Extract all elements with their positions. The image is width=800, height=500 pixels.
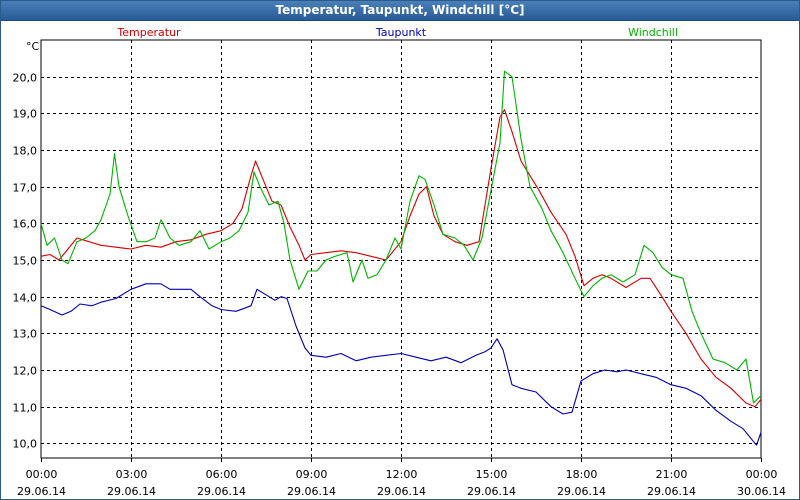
line-chart: 10,0 11,0 12,0 13,0 14,0 15,0 16,0 17,0 18,0 19,0… <box>13 26 786 498</box>
y-tick-label: 11,0 <box>13 402 38 415</box>
x-tick-date-label: 29.06.14 <box>647 485 696 498</box>
x-tick-date-label: 29.06.14 <box>17 485 66 498</box>
chart-window: Temperatur, Taupunkt, Windchill [°C] 10,… <box>0 0 800 500</box>
x-tick-time-label: 03:00 <box>116 468 148 481</box>
x-tick-date-label: 30.06.14 <box>737 485 786 498</box>
x-tick-time-label: 18:00 <box>566 468 598 481</box>
x-tick-time-label: 00:00 <box>746 468 778 481</box>
y-tick-label: 19,0 <box>13 108 38 121</box>
y-tick-label: 20,0 <box>13 72 38 85</box>
y-tick-label: 13,0 <box>13 328 38 341</box>
x-tick-date-label: 29.06.14 <box>557 485 606 498</box>
y-axis-label: °C <box>26 40 40 53</box>
window-title: Temperatur, Taupunkt, Windchill [°C] <box>1 1 799 21</box>
legend-entry: Temperatur <box>116 26 181 39</box>
y-tick-label: 16,0 <box>13 218 38 231</box>
x-tick-time-label: 06:00 <box>206 468 238 481</box>
x-tick-date-label: 29.06.14 <box>287 485 336 498</box>
y-tick-label: 12,0 <box>13 365 38 378</box>
y-tick-label: 17,0 <box>13 182 38 195</box>
y-tick-label: 15,0 <box>13 255 38 268</box>
y-tick-label: 14,0 <box>13 292 38 305</box>
legend-entry: Windchill <box>628 26 678 39</box>
x-tick-date-label: 29.06.14 <box>197 485 246 498</box>
x-tick-date-label: 29.06.14 <box>377 485 426 498</box>
x-tick-date-label: 29.06.14 <box>467 485 516 498</box>
x-tick-date-label: 29.06.14 <box>107 485 156 498</box>
x-tick-time-label: 09:00 <box>296 468 328 481</box>
y-tick-label: 18,0 <box>13 145 38 158</box>
legend-entry: Taupunkt <box>375 26 427 39</box>
x-tick-time-label: 12:00 <box>386 468 418 481</box>
x-tick-time-label: 00:00 <box>26 468 58 481</box>
x-tick-time-label: 21:00 <box>656 468 688 481</box>
x-tick-time-label: 15:00 <box>476 468 508 481</box>
y-tick-label: 10,0 <box>13 438 38 451</box>
